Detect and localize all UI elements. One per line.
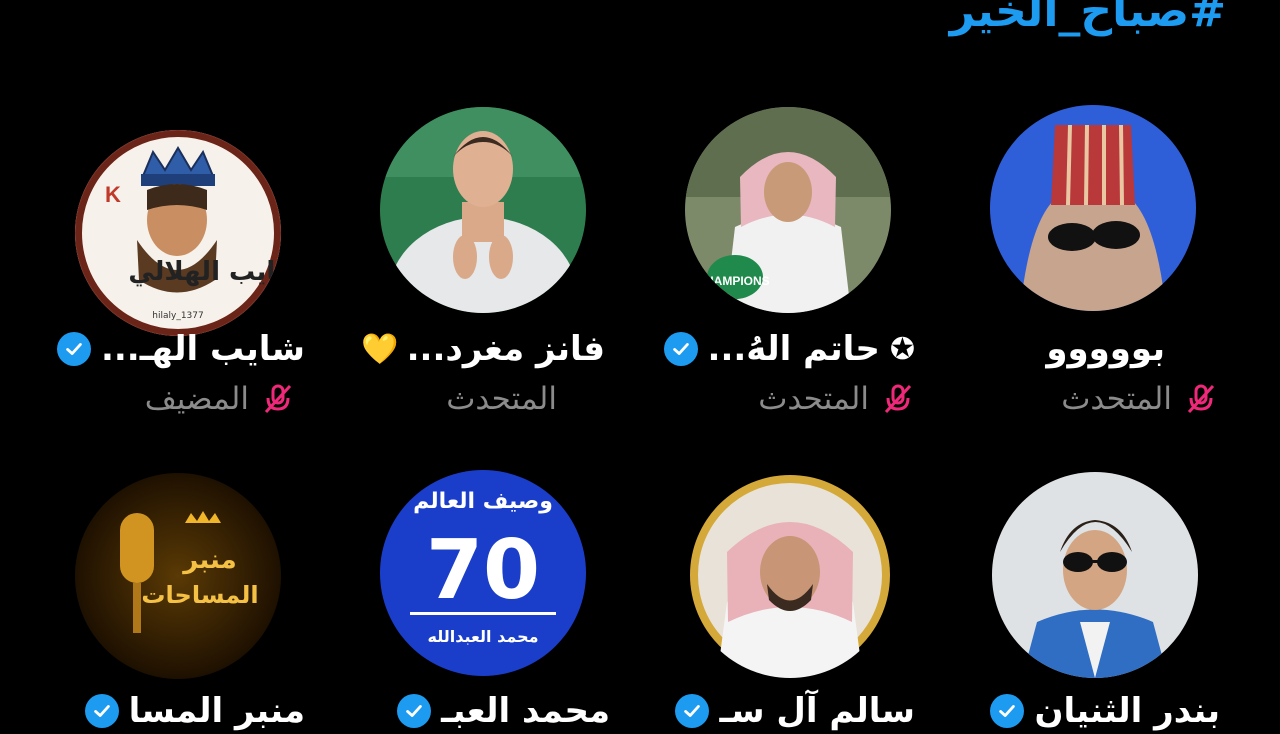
verified-badge-icon [84,694,119,728]
speaker-name-row: منبر المسا [84,688,305,734]
speaker-name-row: محمد العبـ [397,688,610,734]
svg-text:وصيف العالم: وصيف العالم [413,489,553,514]
speaker-name: سالم آل سـ [719,691,915,731]
avatar[interactable] [687,472,893,678]
speaker-role: المتحدث [758,381,869,417]
verified-badge-icon [990,694,1025,728]
speaker-name: فانز مغرد... [406,329,605,369]
avatar[interactable] [990,105,1196,311]
speaker-name-row: فانز مغرد... 💛 [361,326,605,372]
svg-text:70: 70 [426,523,540,618]
mic-muted-icon [881,382,915,416]
svg-text:محمد العبدالله: محمد العبدالله [428,627,539,646]
svg-text:المساحات: المساحات [141,581,258,609]
mic-muted-icon [1184,382,1218,416]
avatar[interactable]: CHAMPIONS [685,107,891,313]
speaker-role-row: المتحدث [758,379,915,419]
speaker-name-row: سالم آل سـ [675,688,915,734]
speaker-name-row: ✪ حاتم الهُ... [663,326,915,372]
speaker-name-row: شايب الهـ... [56,326,305,372]
svg-text:منبر: منبر [181,545,237,575]
verified-badge-icon [663,332,698,366]
speaker-role-row: المتحدث [1061,379,1218,419]
svg-text:شايب الهلالي: شايب الهلالي [128,257,281,287]
avatar[interactable] [380,107,586,313]
verified-badge-icon [397,694,432,728]
yellow-heart-icon: 💛 [361,331,399,367]
avatar[interactable]: K شايب الهلالي hilaly_1377 [75,130,281,336]
speaker-name: بندر الثنيان [1034,691,1220,731]
speaker-name: منبر المسا [128,691,305,731]
svg-text:CHAMPIONS: CHAMPIONS [696,274,769,288]
avatar[interactable] [992,472,1198,678]
speaker-name: بووووو [1046,329,1165,369]
speaker-role: المتحدث [1061,381,1172,417]
verified-badge-icon [675,694,710,728]
speaker-name: محمد العبـ [441,691,610,731]
speaker-role: المتحدث [446,381,557,417]
k-letter: K [105,182,121,207]
speaker-role-row: المتحدث [446,379,557,419]
avatar[interactable]: منبر المساحات [75,473,281,679]
verified-badge-icon [56,332,91,366]
speaker-name-row: بندر الثنيان [990,688,1220,734]
speakers-grid: K شايب الهلالي hilaly_1377 شايب الهـ... … [0,0,1280,731]
avatar[interactable]: وصيف العالم 70 محمد العبدالله [380,470,586,676]
star-icon: ✪ [889,331,915,367]
speaker-role: المضيف [144,381,249,417]
speaker-name-row: بووووو [1046,326,1165,372]
speaker-name: حاتم الهُ... [707,329,880,369]
svg-text:hilaly_1377: hilaly_1377 [152,311,203,321]
speaker-name: شايب الهـ... [100,329,305,369]
speaker-role-row: المضيف [145,379,295,419]
mic-muted-icon [261,382,295,416]
